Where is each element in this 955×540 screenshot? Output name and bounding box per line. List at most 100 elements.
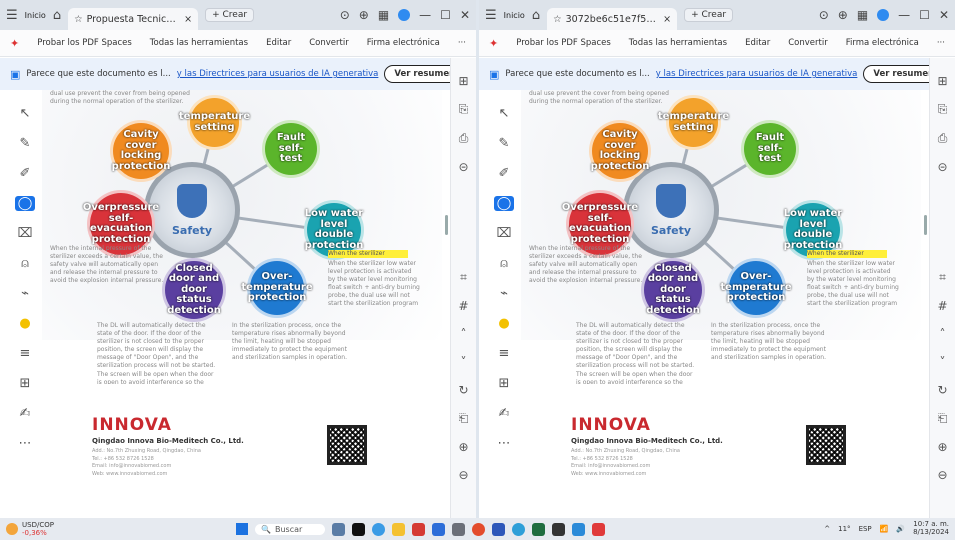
toolbar-item-2[interactable]: Editar <box>266 38 291 48</box>
crop-icon[interactable]: ⊞ <box>15 376 35 391</box>
apps-icon[interactable]: ▦ <box>378 8 389 22</box>
chevron-up-icon[interactable]: ˄ <box>940 327 946 341</box>
tray-lang[interactable]: ESP <box>859 525 872 533</box>
draw-icon[interactable]: ◯ <box>15 196 35 211</box>
layers-icon[interactable]: ⊝ <box>458 160 468 174</box>
comment-icon[interactable]: ✎ <box>494 136 514 151</box>
save-icon[interactable]: ⎗ <box>459 411 469 426</box>
volume-icon[interactable]: 🔊 <box>896 525 905 533</box>
maximize-icon[interactable]: ☐ <box>919 8 930 22</box>
crop-icon[interactable]: ⊞ <box>494 376 514 391</box>
chevron-down-icon[interactable]: ˅ <box>461 355 467 369</box>
toolbar-item-5[interactable]: ··· <box>458 38 466 48</box>
menu-icon[interactable]: ☰ <box>6 8 18 23</box>
zoom-out-icon[interactable]: ⊖ <box>937 468 947 482</box>
refresh-icon[interactable]: ↻ <box>458 383 468 397</box>
close-icon[interactable]: ✕ <box>460 8 470 22</box>
text-icon[interactable]: ⌧ <box>15 226 35 241</box>
page-icon[interactable]: ⌗ <box>939 270 946 285</box>
zoom-out-icon[interactable]: ⊖ <box>458 468 468 482</box>
chevron-up-icon[interactable]: ^ <box>824 525 830 533</box>
sign-icon[interactable]: ✍ <box>15 406 35 421</box>
taskview-icon[interactable] <box>352 522 365 536</box>
page-count-icon[interactable]: # <box>937 299 947 313</box>
chevron-down-icon[interactable]: ˅ <box>940 355 946 369</box>
banner-link[interactable]: y las Directrices para usuarios de IA ge… <box>656 69 858 79</box>
menu-icon[interactable]: ☰ <box>485 8 497 23</box>
apps-icon[interactable]: ▦ <box>857 8 868 22</box>
app-icon[interactable] <box>512 522 525 536</box>
print-icon[interactable]: ⎙ <box>459 131 469 146</box>
extensions-icon[interactable]: ⊕ <box>359 8 369 22</box>
taskbar-search[interactable]: 🔍 Buscar <box>255 523 325 535</box>
menu-lines-icon[interactable]: ≡ <box>15 346 35 361</box>
page-count-icon[interactable]: # <box>458 299 468 313</box>
toolbar-item-4[interactable]: Firma electrónica <box>367 38 440 48</box>
windows-start-icon[interactable] <box>236 523 248 535</box>
comment-icon[interactable]: ✎ <box>15 136 35 151</box>
yellow-icon[interactable]: ● <box>494 316 514 331</box>
text-icon[interactable]: ⌧ <box>494 226 514 241</box>
scrollbar-thumb[interactable] <box>924 215 927 235</box>
menu-label[interactable]: Inicio <box>504 11 525 20</box>
save-icon[interactable]: ⎗ <box>938 411 948 426</box>
toolbar-item-2[interactable]: Editar <box>745 38 770 48</box>
profile-icon[interactable] <box>398 9 411 21</box>
pdf-app-icon[interactable] <box>592 522 605 536</box>
print-icon[interactable]: ⎙ <box>938 131 948 146</box>
minimize-icon[interactable]: — <box>419 8 431 22</box>
sign-icon[interactable]: ✍ <box>494 406 514 421</box>
toolbar-item-3[interactable]: Convertir <box>788 38 827 48</box>
scrollbar-thumb[interactable] <box>445 215 448 235</box>
highlight-icon[interactable]: ✐ <box>15 166 35 181</box>
minimize-icon[interactable]: — <box>898 8 910 22</box>
new-tab-button[interactable]: + Crear <box>205 8 255 22</box>
highlight-icon[interactable]: ✐ <box>494 166 514 181</box>
terminal-icon[interactable] <box>552 522 565 536</box>
extensions-icon[interactable]: ⊕ <box>838 8 848 22</box>
toolbar-item-1[interactable]: Todas las herramientas <box>629 38 727 48</box>
more-icon[interactable]: ⋯ <box>15 436 35 451</box>
stamp-icon[interactable]: ⍝ <box>15 256 35 271</box>
toolbar-item-5[interactable]: ··· <box>937 38 945 48</box>
draw-icon[interactable]: ◯ <box>494 196 514 211</box>
copy-icon[interactable]: ⎘ <box>459 102 469 117</box>
home-icon[interactable]: ⌂ <box>532 8 540 23</box>
teams-icon[interactable] <box>572 522 585 536</box>
star-icon[interactable]: ☆ <box>553 14 562 25</box>
layers-icon[interactable]: ⊝ <box>937 160 947 174</box>
widgets-icon[interactable] <box>332 522 345 536</box>
open-icon[interactable]: ⊞ <box>937 74 947 88</box>
toolbar-item-1[interactable]: Todas las herramientas <box>150 38 248 48</box>
outlook-icon[interactable] <box>432 522 445 536</box>
zoom-in-icon[interactable]: ⊕ <box>937 440 947 454</box>
clock-icon[interactable]: ⊙ <box>819 8 829 22</box>
browser-tab[interactable]: ☆3072be6c51e7f5b4.pdf× <box>547 8 678 30</box>
toolbar-item-0[interactable]: Probar los PDF Spaces <box>37 38 132 48</box>
weather-widget[interactable]: USD/COP -0,36% <box>6 521 54 537</box>
toolbar-item-3[interactable]: Convertir <box>309 38 348 48</box>
stamp-icon[interactable]: ⍝ <box>494 256 514 271</box>
toolbar-item-0[interactable]: Probar los PDF Spaces <box>516 38 611 48</box>
copy-icon[interactable]: ⎘ <box>938 102 948 117</box>
edge-icon[interactable] <box>372 522 385 536</box>
excel-icon[interactable] <box>532 522 545 536</box>
yellow-icon[interactable]: ● <box>15 316 35 331</box>
toolbar-item-4[interactable]: Firma electrónica <box>846 38 919 48</box>
new-tab-button[interactable]: + Crear <box>684 8 734 22</box>
attach-icon[interactable]: ⌁ <box>15 286 35 301</box>
clock-date[interactable]: 8/13/2024 <box>913 528 949 536</box>
more-icon[interactable]: ⋯ <box>494 436 514 451</box>
acrobat-icon[interactable] <box>412 522 425 536</box>
star-icon[interactable]: ☆ <box>74 14 83 25</box>
store-icon[interactable] <box>452 522 465 536</box>
home-icon[interactable]: ⌂ <box>53 8 61 23</box>
banner-link[interactable]: y las Directrices para usuarios de IA ge… <box>177 69 379 79</box>
profile-icon[interactable] <box>877 9 890 21</box>
wifi-icon[interactable]: 📶 <box>880 525 889 533</box>
word-icon[interactable] <box>492 522 505 536</box>
select-icon[interactable]: ↖ <box>494 106 514 121</box>
menu-lines-icon[interactable]: ≡ <box>494 346 514 361</box>
close-icon[interactable]: ✕ <box>939 8 949 22</box>
tab-close-icon[interactable]: × <box>663 14 671 25</box>
